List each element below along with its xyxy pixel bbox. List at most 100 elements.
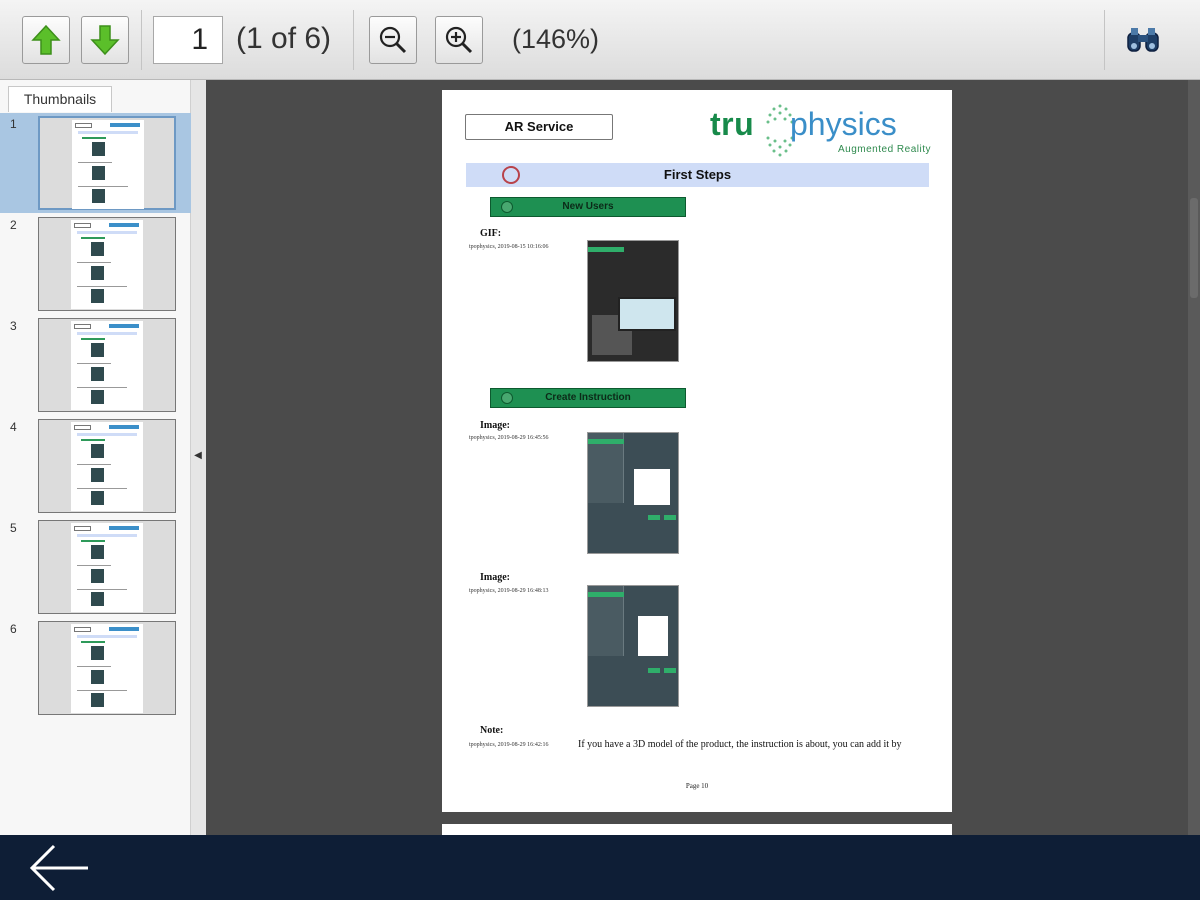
next-page-button[interactable]	[81, 16, 129, 64]
thumb-image	[91, 266, 104, 280]
thumb-subheading	[81, 641, 105, 643]
thumb-text-line	[77, 690, 127, 691]
thumbnail-page-preview	[71, 422, 143, 511]
tab-thumbnails[interactable]: Thumbnails	[8, 86, 112, 112]
thumb-image	[92, 189, 105, 203]
toolbar-divider	[353, 10, 354, 70]
subsection-icon	[501, 392, 513, 404]
thumb-image	[91, 343, 104, 357]
thumb-heading	[77, 635, 137, 638]
arrow-down-icon	[90, 25, 120, 56]
thumb-image	[91, 468, 104, 482]
toolbar-divider	[1104, 10, 1105, 70]
section-heading: First Steps	[466, 163, 929, 187]
section-title: First Steps	[663, 167, 732, 182]
bottom-navigation-bar	[0, 835, 1200, 900]
thumb-logo	[109, 425, 139, 429]
thumb-logo	[109, 526, 139, 530]
subsection-heading-new-users: New Users	[490, 197, 686, 217]
document-viewport[interactable]: AR Service tru physics Augmented Reality…	[206, 80, 1188, 835]
thumbnail-frame	[38, 318, 176, 412]
service-label: AR Service	[465, 114, 613, 140]
thumb-heading	[77, 332, 137, 335]
zoom-out-icon	[379, 26, 407, 54]
thumbnail-item[interactable]: 3	[0, 315, 191, 415]
thumb-logo	[110, 123, 140, 127]
thumb-image	[91, 592, 104, 606]
thumbnail-page-preview	[71, 624, 143, 713]
thumb-image	[91, 444, 104, 458]
thumb-service-box	[74, 223, 91, 228]
thumbnail-page-number: 4	[10, 420, 17, 434]
thumb-image	[91, 670, 104, 684]
thumb-image	[92, 166, 105, 180]
thumbnail-frame	[38, 520, 176, 614]
find-button[interactable]	[1123, 22, 1163, 58]
thumb-image	[91, 367, 104, 381]
thumbnail-item[interactable]: 5	[0, 517, 191, 617]
thumb-text-line	[77, 488, 127, 489]
page-footer: Page 10	[685, 782, 709, 790]
entry-label: GIF:	[480, 228, 502, 239]
binoculars-icon	[1127, 28, 1159, 52]
app-canvas	[638, 616, 668, 656]
thumb-heading	[78, 131, 138, 134]
thumb-text-line	[78, 162, 112, 163]
image-preview[interactable]	[587, 432, 679, 554]
entry-label: Note:	[480, 725, 504, 736]
thumb-image	[91, 646, 104, 660]
collapse-sidebar-icon[interactable]: ◀	[192, 450, 204, 464]
app-button	[648, 515, 660, 520]
zoom-out-button[interactable]	[369, 16, 417, 64]
truphysics-logo: tru physics Augmented Reality	[710, 98, 932, 160]
thumb-heading	[77, 433, 137, 436]
thumb-text-line	[78, 186, 128, 187]
thumb-service-box	[74, 324, 91, 329]
gif-preview[interactable]	[587, 240, 679, 362]
page-count-label: (1 of 6)	[236, 22, 332, 55]
thumb-image	[92, 142, 105, 156]
zoom-in-button[interactable]	[435, 16, 483, 64]
back-button[interactable]	[28, 843, 92, 893]
thumb-image	[91, 289, 104, 303]
app-button	[648, 668, 660, 673]
thumbnail-item[interactable]: 6	[0, 618, 191, 718]
thumb-heading	[77, 231, 137, 234]
thumbnail-page-number: 6	[10, 622, 17, 636]
thumb-service-box	[75, 123, 92, 128]
thumb-text-line	[77, 666, 111, 667]
thumb-image	[91, 390, 104, 404]
page-number-input[interactable]: 1	[153, 16, 223, 64]
thumbnail-frame	[38, 217, 176, 311]
thumb-image	[91, 693, 104, 707]
thumb-image	[91, 242, 104, 256]
toolbar-divider	[141, 10, 142, 70]
thumbnail-page-number: 3	[10, 319, 17, 333]
entry-meta: tpophysics, 2019-08-29 16:42:16	[469, 742, 549, 748]
scrollbar-thumb[interactable]	[1190, 198, 1198, 298]
image-preview[interactable]	[587, 585, 679, 707]
thumb-text-line	[77, 589, 127, 590]
thumb-service-box	[74, 627, 91, 632]
next-document-page	[442, 824, 952, 835]
logo-physics-text: physics	[790, 106, 897, 142]
thumbnail-item[interactable]: 4	[0, 416, 191, 516]
entry-meta: tpophysics, 2019-08-29 16:48:13	[469, 588, 549, 594]
thumbnail-panel: Thumbnails 1 2 3 4 5 6	[0, 80, 191, 835]
section-globe-icon	[502, 166, 520, 184]
thumbnail-page-number: 5	[10, 521, 17, 535]
zoom-level-label: (146%)	[512, 24, 600, 54]
thumb-text-line	[77, 565, 111, 566]
gif-laptop-screen	[618, 297, 676, 331]
thumbnail-item[interactable]: 2	[0, 214, 191, 314]
thumb-subheading	[81, 439, 105, 441]
thumb-logo	[109, 627, 139, 631]
toolbar: 1 (1 of 6) (146%)	[0, 0, 1200, 80]
vertical-scrollbar[interactable]	[1188, 80, 1200, 835]
previous-page-button[interactable]	[22, 16, 70, 64]
gif-top-bar	[588, 247, 624, 252]
app-button	[664, 668, 676, 673]
thumbnail-item[interactable]: 1	[0, 113, 191, 213]
entry-label: Image:	[480, 572, 510, 583]
thumb-service-box	[74, 526, 91, 531]
